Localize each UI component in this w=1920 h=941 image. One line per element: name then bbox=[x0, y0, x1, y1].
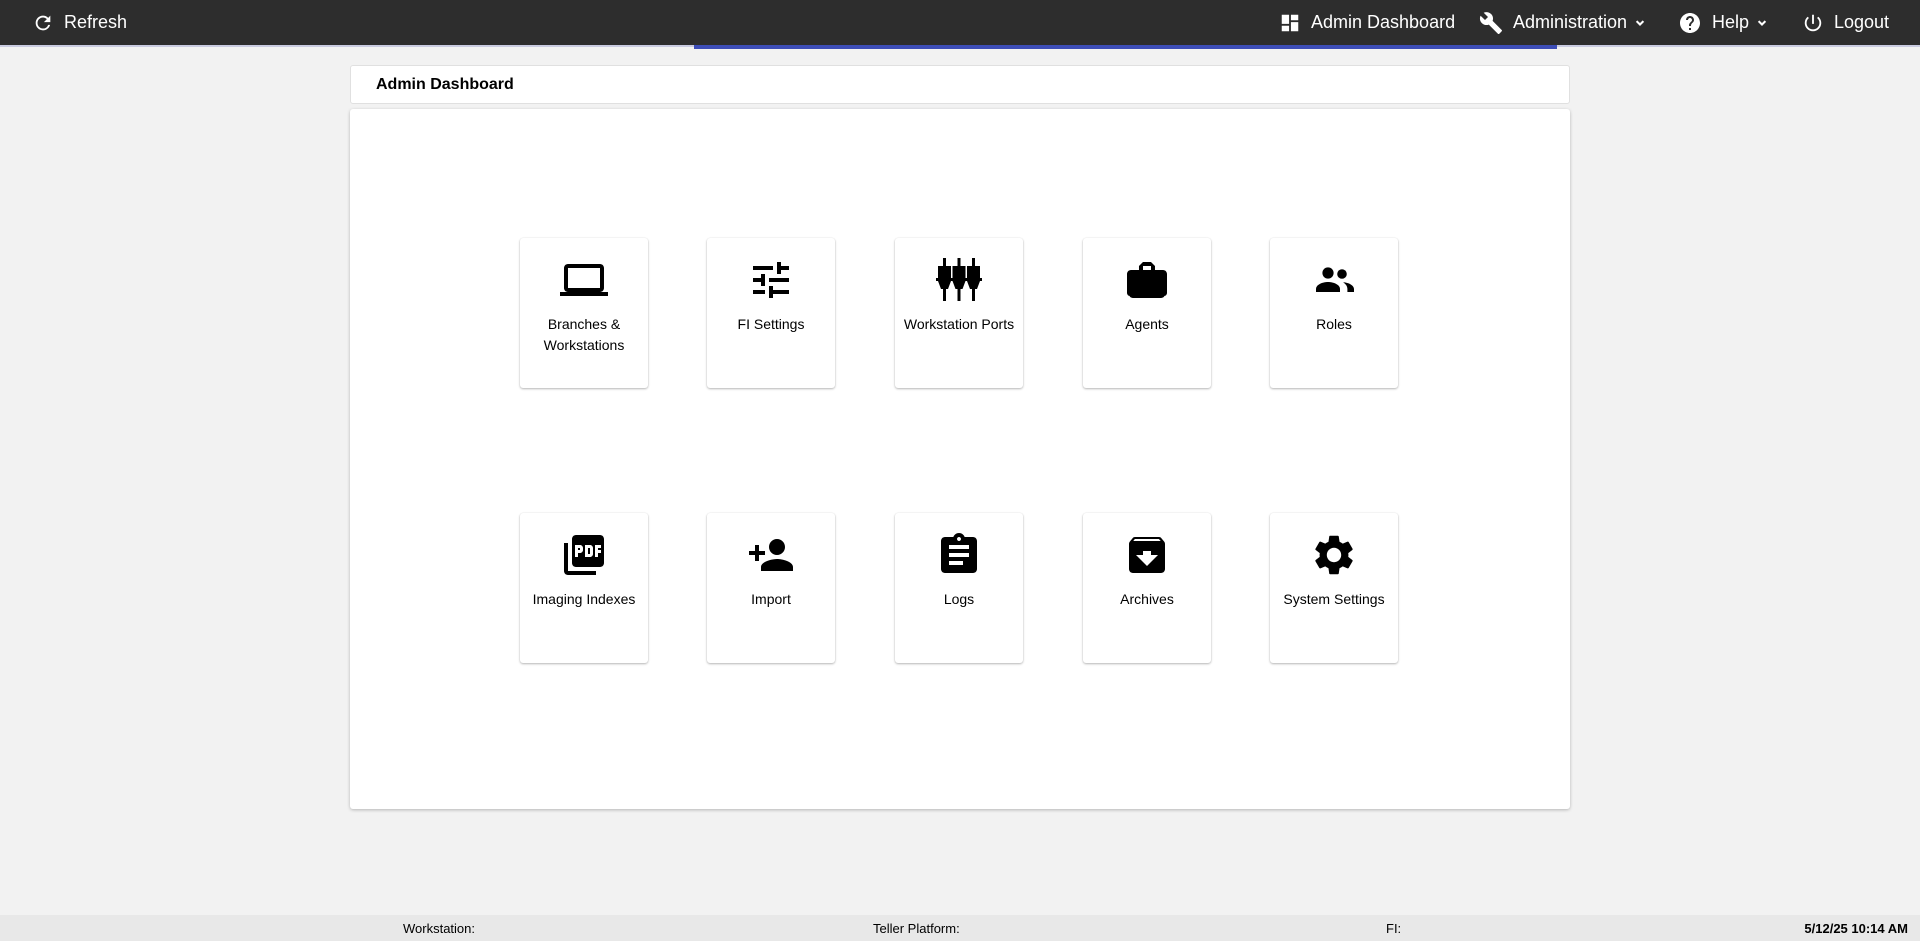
refresh-label: Refresh bbox=[64, 12, 128, 32]
tile-label: Imaging Indexes bbox=[532, 591, 636, 607]
dashboard-icon bbox=[1281, 14, 1299, 31]
status-bar: Workstation: Teller Platform: FI: 5/12/2… bbox=[0, 915, 1920, 941]
wrench-icon bbox=[1479, 11, 1502, 34]
tile-label: Agents bbox=[1125, 316, 1169, 332]
administration-menu-label: Administration bbox=[1513, 12, 1628, 32]
status-teller-platform: Teller Platform: bbox=[873, 921, 960, 936]
archive-icon bbox=[1129, 537, 1165, 573]
admin-dashboard-nav-label: Admin Dashboard bbox=[1311, 12, 1456, 32]
tile-label: Roles bbox=[1316, 316, 1352, 332]
top-navigation-bar: Refresh Admin Dashboard Administration H… bbox=[0, 0, 1920, 45]
administration-menu-button[interactable]: Administration bbox=[1479, 0, 1647, 45]
chevron-down-icon bbox=[1757, 19, 1767, 26]
refresh-button[interactable]: Refresh bbox=[32, 0, 127, 45]
power-icon bbox=[1804, 14, 1822, 31]
tile-agents[interactable]: Agents bbox=[1083, 238, 1211, 388]
tile-imaging-indexes[interactable]: Imaging Indexes bbox=[520, 513, 648, 663]
people-icon bbox=[1316, 267, 1354, 292]
help-icon bbox=[1680, 12, 1700, 33]
status-fi: FI: bbox=[1386, 921, 1402, 936]
page-title-panel: Admin Dashboard bbox=[350, 65, 1570, 104]
tile-label: Logs bbox=[943, 591, 975, 607]
tile-import[interactable]: Import bbox=[707, 513, 835, 663]
laptop-icon bbox=[560, 264, 608, 296]
tile-label: Workstation Ports bbox=[903, 316, 1015, 332]
page-title: Admin Dashboard bbox=[376, 75, 514, 93]
clipboard-icon bbox=[941, 533, 977, 573]
tile-workstation-ports[interactable]: Workstation Ports bbox=[895, 238, 1023, 388]
pdf-icon bbox=[564, 535, 604, 575]
refresh-icon bbox=[35, 15, 51, 30]
ports-icon bbox=[936, 258, 982, 301]
tile-label: Archives bbox=[1120, 591, 1174, 607]
tile-label: Branches & Workstations bbox=[543, 316, 625, 353]
tile-fi-settings[interactable]: FI Settings bbox=[707, 238, 835, 388]
tile-roles[interactable]: Roles bbox=[1270, 238, 1398, 388]
loading-progress-bar bbox=[694, 45, 1557, 49]
tile-archives[interactable]: Archives bbox=[1083, 513, 1211, 663]
tile-logs[interactable]: Logs bbox=[895, 513, 1023, 663]
tile-branches-workstations[interactable]: Branches & Workstations bbox=[520, 238, 648, 388]
dashboard-panel: Branches & Workstations FI Settings Work… bbox=[350, 109, 1570, 809]
chevron-down-icon bbox=[1635, 19, 1645, 26]
tune-icon bbox=[753, 262, 789, 298]
logout-label: Logout bbox=[1834, 12, 1890, 32]
help-menu-label: Help bbox=[1712, 12, 1750, 32]
logout-button[interactable]: Logout bbox=[1802, 0, 1889, 45]
status-workstation: Workstation: bbox=[403, 921, 476, 936]
tile-system-settings[interactable]: System Settings bbox=[1270, 513, 1398, 663]
status-datetime: 5/12/25 10:14 AM bbox=[1804, 921, 1908, 936]
tile-label: System Settings bbox=[1283, 591, 1385, 607]
help-menu-button[interactable]: Help bbox=[1678, 0, 1769, 45]
tile-label: Import bbox=[751, 591, 791, 607]
briefcase-icon bbox=[1127, 262, 1167, 298]
admin-dashboard-nav-button[interactable]: Admin Dashboard bbox=[1279, 0, 1455, 45]
gear-icon bbox=[1315, 535, 1353, 575]
tile-label: FI Settings bbox=[737, 316, 805, 332]
person-add-icon bbox=[749, 539, 793, 571]
